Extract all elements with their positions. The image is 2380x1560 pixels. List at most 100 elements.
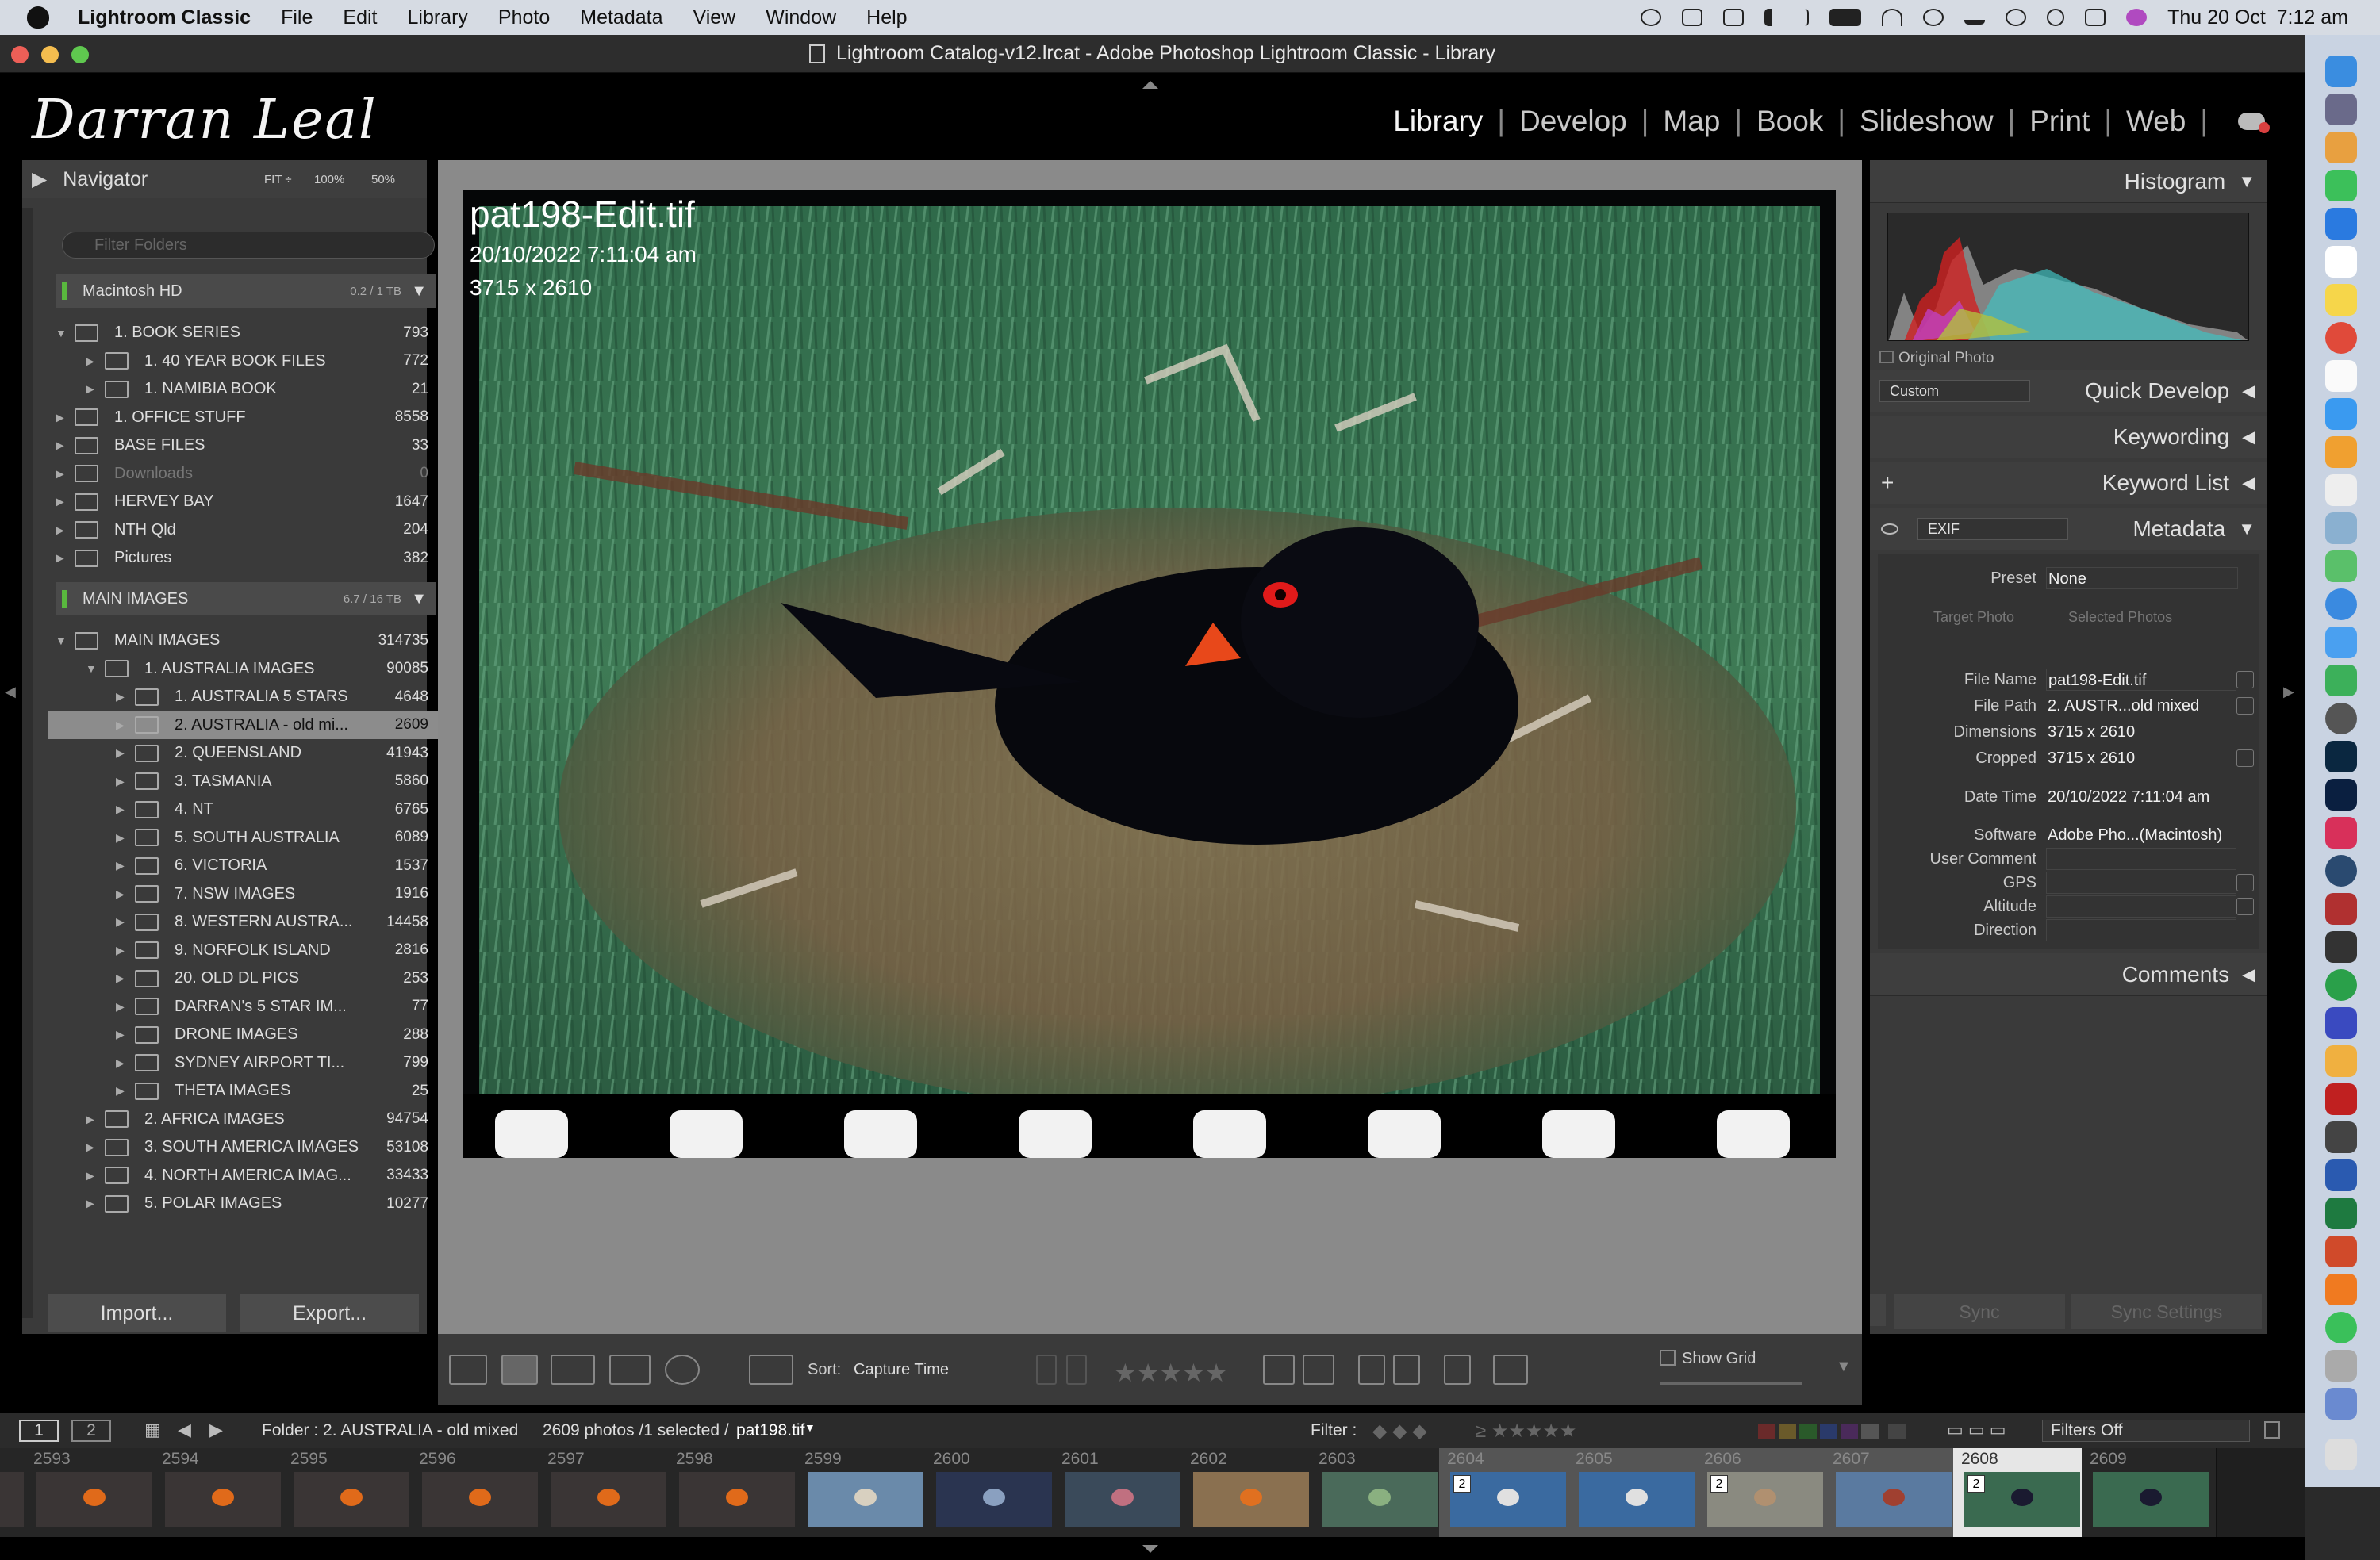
menu-app-name[interactable]: Lightroom Classic: [78, 6, 251, 29]
zoom-window-button[interactable]: [71, 46, 89, 63]
folder-row[interactable]: ▶ 2. AUSTRALIA - old mi... 2609: [48, 711, 444, 739]
folder-row[interactable]: ▶ 8. WESTERN AUSTRA... 14458: [48, 908, 444, 936]
collapsed-arrow-icon[interactable]: ▶: [86, 1113, 94, 1126]
red-label-filter[interactable]: [1758, 1424, 1775, 1439]
filmstrip-cell[interactable]: 2600: [925, 1448, 1060, 1537]
filmstrip-cell[interactable]: 2609: [2082, 1448, 2217, 1537]
metadata-action-icon[interactable]: [2236, 874, 2254, 891]
folder-row[interactable]: ▶ 1. AUSTRALIA 5 STARS 4648: [48, 683, 444, 711]
green-label-filter[interactable]: [1799, 1424, 1817, 1439]
maps-dock-icon[interactable]: [2325, 550, 2357, 582]
flag-reject-icon[interactable]: [1066, 1355, 1087, 1385]
bottom-panel-toggle-icon[interactable]: [1142, 1545, 1158, 1553]
thumbnail-image[interactable]: [36, 1472, 152, 1527]
sort-direction-icon[interactable]: [749, 1355, 793, 1385]
spotlight-search-icon[interactable]: [2047, 9, 2065, 26]
volume-icon[interactable]: [1764, 9, 1780, 26]
left-panel-toggle-icon[interactable]: ◀: [5, 684, 16, 700]
collapsed-arrow-icon[interactable]: ▶: [116, 944, 125, 957]
filename-dropdown-icon[interactable]: ▼: [804, 1421, 816, 1434]
folder-row[interactable]: ▶ Pictures 382: [48, 544, 444, 572]
module-book[interactable]: Book: [1756, 105, 1823, 138]
collapsed-arrow-icon[interactable]: ▶: [56, 551, 64, 565]
collapsed-arrow-icon[interactable]: ▶: [56, 439, 64, 452]
folder-row[interactable]: ▶ SYDNEY AIRPORT TI... 799: [48, 1049, 444, 1077]
launchpad-dock-icon[interactable]: [2325, 94, 2357, 125]
folder-row[interactable]: ▶ 4. NORTH AMERICA IMAG... 33433: [48, 1162, 444, 1190]
filmstrip-cell[interactable]: 2597: [539, 1448, 674, 1537]
crop-overlay-icon[interactable]: [1493, 1355, 1528, 1385]
folder-row[interactable]: ▶ 2. AFRICA IMAGES 94754: [48, 1106, 444, 1133]
collapsed-arrow-icon[interactable]: ▶: [86, 382, 94, 396]
collapsed-arrow-icon[interactable]: ▶: [86, 355, 94, 368]
collapsed-arrow-icon[interactable]: ▶: [116, 719, 125, 732]
folder-row[interactable]: ▶ 6. VICTORIA 1537: [48, 852, 444, 880]
module-print[interactable]: Print: [2029, 105, 2090, 138]
volume-disclosure-icon[interactable]: ▼: [411, 590, 427, 608]
thumbnail-image[interactable]: 2: [1964, 1472, 2080, 1527]
thumbnail-image[interactable]: [808, 1472, 923, 1527]
grid-view-icon[interactable]: [449, 1355, 487, 1385]
collapsed-arrow-icon[interactable]: ▶: [56, 467, 64, 481]
comments-expand-icon[interactable]: ◀: [2242, 964, 2255, 985]
metadata-collapse-icon[interactable]: ▼: [2238, 519, 2255, 539]
quick-develop-header[interactable]: Custom Quick Develop ◀: [1870, 370, 2267, 412]
movie-dock-icon[interactable]: [2325, 931, 2357, 963]
rotate-left-icon[interactable]: [1263, 1355, 1295, 1385]
survey-view-icon[interactable]: [609, 1355, 651, 1385]
add-keyword-icon[interactable]: +: [1881, 470, 1894, 496]
facetime-dock-icon[interactable]: [2325, 665, 2357, 696]
acrobat-dock-icon[interactable]: [2325, 1083, 2357, 1115]
safari-dock-icon[interactable]: [2325, 588, 2357, 620]
filmstrip-cell[interactable]: 2593: [25, 1448, 160, 1537]
toolbar-menu-icon[interactable]: ▼: [1836, 1358, 1852, 1376]
battery-icon[interactable]: [1829, 9, 1862, 26]
photoshop-dock-icon[interactable]: [2325, 779, 2357, 811]
main-window-button[interactable]: 1: [19, 1420, 59, 1442]
thumbnail-image[interactable]: [294, 1472, 409, 1527]
close-window-button[interactable]: [11, 46, 29, 63]
histogram-collapse-icon[interactable]: ▼: [2238, 171, 2255, 192]
quick-develop-preset-select[interactable]: Custom: [1879, 379, 2030, 402]
screenshot-dock-icon[interactable]: [2325, 1350, 2357, 1382]
sort-select[interactable]: Capture Time: [854, 1361, 949, 1379]
menu-metadata[interactable]: Metadata: [580, 6, 662, 29]
expanded-arrow-icon[interactable]: ▼: [56, 327, 67, 339]
flag-filter-icons[interactable]: ◆ ◆ ◆: [1372, 1420, 1427, 1443]
collapsed-arrow-icon[interactable]: ▶: [116, 1056, 125, 1070]
folder-row[interactable]: ▶ 1. OFFICE STUFF 8558: [48, 404, 444, 431]
whatsapp-dock-icon[interactable]: [2325, 1312, 2357, 1343]
textedit-dock-icon[interactable]: [2325, 474, 2357, 506]
folder-row[interactable]: ▼ 1. BOOK SERIES 793: [48, 319, 444, 347]
collapsed-arrow-icon[interactable]: ▶: [86, 1140, 94, 1154]
folder-row[interactable]: ▶ 7. NSW IMAGES 1916: [48, 880, 444, 908]
folder-row[interactable]: ▶ 1. NAMIBIA BOOK 21: [48, 375, 444, 403]
folder-row[interactable]: ▶ 3. TASMANIA 5860: [48, 768, 444, 795]
folder-row[interactable]: ▶ 9. NORFOLK ISLAND 2816: [48, 937, 444, 964]
module-map[interactable]: Map: [1663, 105, 1720, 138]
filmstrip-cell[interactable]: 2594: [154, 1448, 289, 1537]
previous-photo-icon[interactable]: [1358, 1355, 1385, 1385]
apple-menu-icon[interactable]: [27, 6, 49, 29]
folder-row[interactable]: ▼ MAIN IMAGES 314735: [48, 627, 444, 654]
eye-icon[interactable]: [1881, 523, 1898, 535]
time-machine-icon[interactable]: [2006, 9, 2027, 26]
volume-macintosh-hd[interactable]: Macintosh HD 0.2 / 1 TB ▼: [56, 274, 436, 308]
folder-row[interactable]: ▶ 2. QUEENSLAND 41943: [48, 739, 444, 767]
folder-row[interactable]: ▶ NTH Qld 204: [48, 516, 444, 544]
keyword-list-header[interactable]: + Keyword List ◀: [1870, 462, 2267, 504]
thumbnail-image[interactable]: [422, 1472, 538, 1527]
thumbnail-image[interactable]: [679, 1472, 795, 1527]
collapsed-arrow-icon[interactable]: ▶: [86, 1197, 94, 1210]
eject-icon[interactable]: [1964, 10, 1986, 25]
expanded-arrow-icon[interactable]: ▼: [86, 662, 97, 675]
metadata-action-icon[interactable]: [2236, 749, 2254, 767]
filmstrip-cell[interactable]: 2596: [411, 1448, 546, 1537]
dictionary-dock-icon[interactable]: [2325, 893, 2357, 925]
collapsed-arrow-icon[interactable]: ▶: [116, 775, 125, 788]
no-label-filter[interactable]: [1861, 1424, 1879, 1439]
stack-count-badge[interactable]: 2: [1453, 1475, 1471, 1493]
folder-row[interactable]: ▶ 3. SOUTH AMERICA IMAGES 53108: [48, 1133, 444, 1161]
module-develop[interactable]: Develop: [1519, 105, 1627, 138]
menu-library[interactable]: Library: [407, 6, 467, 29]
